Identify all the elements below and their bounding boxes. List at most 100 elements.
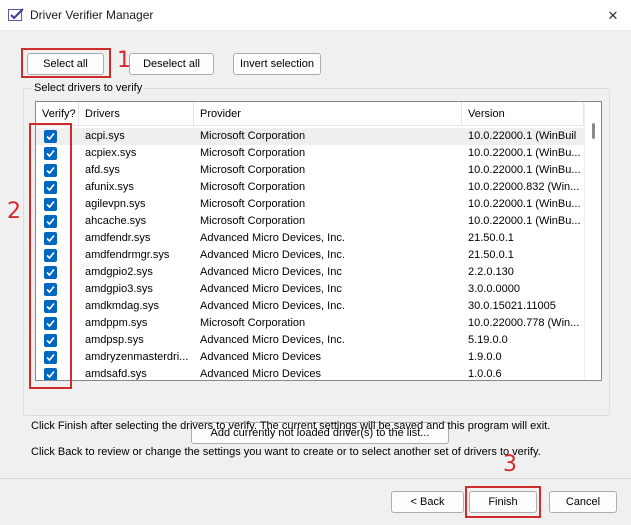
driver-selection-group: Select drivers to verify Verify? Drivers… <box>23 82 610 444</box>
column-header-provider[interactable]: Provider <box>194 102 462 126</box>
verify-checkbox[interactable] <box>44 351 57 364</box>
table-row[interactable]: amdfendr.sys Advanced Micro Devices, Inc.… <box>36 230 584 247</box>
verify-checkbox[interactable] <box>44 164 57 177</box>
checkmark-icon <box>46 302 55 311</box>
checkmark-icon <box>46 132 55 141</box>
table-row[interactable]: afd.sys Microsoft Corporation 10.0.22000.1… <box>36 162 584 179</box>
driver-name-cell: ahcache.sys <box>85 215 147 227</box>
verify-checkbox[interactable] <box>44 249 57 262</box>
table-row[interactable]: amdkmdag.sys Advanced Micro Devices, Inc.… <box>36 298 584 315</box>
verify-cell <box>36 315 79 332</box>
provider-cell: Advanced Micro Devices <box>200 368 322 380</box>
table-row[interactable]: amdppm.sys Microsoft Corporation 10.0.2200… <box>36 315 584 332</box>
verify-cell <box>36 281 79 298</box>
version-cell: 10.0.22000.832 (Win... <box>468 181 580 193</box>
verify-checkbox[interactable] <box>44 283 57 296</box>
back-instructions: Click Back to review or change the setti… <box>31 446 541 458</box>
version-cell: 10.0.22000.778 (Win... <box>468 317 580 329</box>
verify-cell <box>36 145 79 162</box>
checkmark-icon <box>46 166 55 175</box>
close-icon[interactable]: ✕ <box>595 0 631 31</box>
annotation-number-3: 3 <box>503 452 517 477</box>
driver-name-cell: amdfendrmgr.sys <box>85 249 170 261</box>
table-row[interactable]: acpi.sys Microsoft Corporation 10.0.22000.… <box>36 128 584 145</box>
table-row[interactable]: amdgpio3.sys Advanced Micro Devices, Inc 3… <box>36 281 584 298</box>
checkmark-icon <box>46 149 55 158</box>
checkmark-icon <box>46 200 55 209</box>
driver-name-cell: amdgpio2.sys <box>85 266 153 278</box>
version-cell: 10.0.22000.1 (WinBu... <box>468 164 581 176</box>
provider-cell: Advanced Micro Devices, Inc. <box>200 334 345 346</box>
version-cell: 21.50.0.1 <box>468 232 514 244</box>
table-row[interactable]: amdsafd.sys Advanced Micro Devices 1.0.0.6 <box>36 366 584 380</box>
verify-checkbox[interactable] <box>44 317 57 330</box>
table-row[interactable]: acpiex.sys Microsoft Corporation 10.0.2200… <box>36 145 584 162</box>
driver-name-cell: acpi.sys <box>85 130 125 142</box>
verify-checkbox[interactable] <box>44 368 57 380</box>
verify-checkbox[interactable] <box>44 198 57 211</box>
table-row[interactable]: amdpsp.sys Advanced Micro Devices, Inc. 5.… <box>36 332 584 349</box>
table-row[interactable]: amdryzenmasterdri... Advanced Micro Devic… <box>36 349 584 366</box>
provider-cell: Microsoft Corporation <box>200 181 306 193</box>
verify-cell <box>36 247 79 264</box>
checkmark-icon <box>46 268 55 277</box>
cancel-button[interactable]: Cancel <box>549 491 617 513</box>
finish-button[interactable]: Finish <box>469 491 537 513</box>
verify-cell <box>36 332 79 349</box>
version-cell: 10.0.22000.1 (WinBu... <box>468 198 581 210</box>
finish-instructions: Click Finish after selecting the drivers… <box>31 420 551 432</box>
annotation-number-1: 1 <box>117 48 131 73</box>
provider-cell: Microsoft Corporation <box>200 164 306 176</box>
group-label: Select drivers to verify <box>32 82 145 94</box>
verify-checkbox[interactable] <box>44 215 57 228</box>
verify-checkbox[interactable] <box>44 130 57 143</box>
table-row[interactable]: amdfendrmgr.sys Advanced Micro Devices, I… <box>36 247 584 264</box>
verify-checkbox[interactable] <box>44 232 57 245</box>
provider-cell: Microsoft Corporation <box>200 147 306 159</box>
version-cell: 10.0.22000.1 (WinBuil <box>468 130 577 142</box>
invert-selection-button[interactable]: Invert selection <box>233 53 321 75</box>
checkmark-icon <box>46 183 55 192</box>
table-row[interactable]: amdgpio2.sys Advanced Micro Devices, Inc 2… <box>36 264 584 281</box>
list-header: Verify? Drivers Provider Version <box>36 102 584 126</box>
annotation-number-2: 2 <box>7 199 21 224</box>
column-header-verify[interactable]: Verify? <box>36 102 79 126</box>
version-cell: 1.0.0.6 <box>468 368 502 380</box>
column-header-drivers[interactable]: Drivers <box>79 102 194 126</box>
verify-checkbox[interactable] <box>44 334 57 347</box>
verify-cell <box>36 162 79 179</box>
vertical-scrollbar[interactable] <box>584 102 601 380</box>
verify-checkbox[interactable] <box>44 300 57 313</box>
provider-cell: Microsoft Corporation <box>200 317 306 329</box>
checkmark-icon <box>46 319 55 328</box>
table-row[interactable]: afunix.sys Microsoft Corporation 10.0.2200… <box>36 179 584 196</box>
driver-name-cell: amdsafd.sys <box>85 368 147 380</box>
verify-cell <box>36 298 79 315</box>
verify-cell <box>36 230 79 247</box>
column-header-version[interactable]: Version <box>462 102 584 126</box>
driver-name-cell: amdkmdag.sys <box>85 300 159 312</box>
select-all-button[interactable]: Select all <box>27 53 104 75</box>
checkmark-icon <box>46 336 55 345</box>
driver-name-cell: amdgpio3.sys <box>85 283 153 295</box>
verify-checkbox[interactable] <box>44 181 57 194</box>
driver-name-cell: agilevpn.sys <box>85 198 146 210</box>
version-cell: 10.0.22000.1 (WinBu... <box>468 215 581 227</box>
table-row[interactable]: agilevpn.sys Microsoft Corporation 10.0.22… <box>36 196 584 213</box>
deselect-all-button[interactable]: Deselect all <box>129 53 214 75</box>
scrollbar-thumb[interactable] <box>592 123 595 139</box>
drivers-list[interactable]: Verify? Drivers Provider Version acpi.sy… <box>35 101 602 381</box>
back-button[interactable]: < Back <box>391 491 464 513</box>
driver-name-cell: acpiex.sys <box>85 147 137 159</box>
provider-cell: Microsoft Corporation <box>200 130 306 142</box>
dialog-client-area: Select all Deselect all Invert selection… <box>0 31 631 525</box>
verify-checkbox[interactable] <box>44 147 57 160</box>
checkmark-icon <box>46 285 55 294</box>
version-cell: 2.2.0.130 <box>468 266 514 278</box>
verify-checkbox[interactable] <box>44 266 57 279</box>
table-row[interactable]: ahcache.sys Microsoft Corporation 10.0.220… <box>36 213 584 230</box>
verify-cell <box>36 196 79 213</box>
verify-cell <box>36 213 79 230</box>
checkmark-icon <box>46 370 55 379</box>
verifier-app-icon <box>8 8 24 22</box>
